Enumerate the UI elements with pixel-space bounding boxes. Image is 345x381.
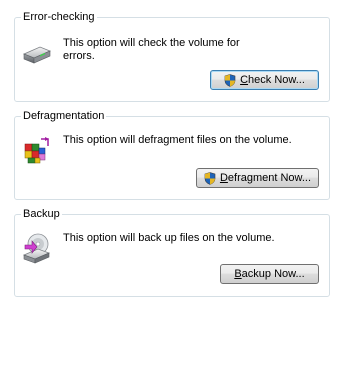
defragment-now-button[interactable]: Defragment Now... <box>196 168 319 188</box>
backup-now-button[interactable]: Backup Now... <box>220 264 319 284</box>
defragment-now-label: Defragment Now... <box>219 172 312 184</box>
check-now-button[interactable]: Check Now... <box>210 70 319 90</box>
error-checking-description: This option will check the volume for er… <box>63 37 240 62</box>
uac-shield-icon <box>204 171 216 185</box>
check-now-label: Check Now... <box>240 74 305 86</box>
hard-drive-icon <box>22 44 52 69</box>
defragment-icon <box>22 136 52 169</box>
backup-title: Backup <box>21 207 62 221</box>
error-checking-group: Error-checking This option will check th… <box>14 10 330 102</box>
backup-description: This option will back up files on the vo… <box>63 232 275 244</box>
defragmentation-title: Defragmentation <box>21 109 107 123</box>
defragmentation-group: Defragmentation This option will defragm… <box>14 109 330 200</box>
backup-group: Backup This option will back up files on… <box>14 207 330 297</box>
uac-shield-icon <box>224 73 236 87</box>
backup-now-label: Backup Now... <box>234 268 305 280</box>
backup-icon <box>22 231 52 268</box>
error-checking-title: Error-checking <box>21 10 97 24</box>
defragmentation-description: This option will defragment files on the… <box>63 134 292 146</box>
